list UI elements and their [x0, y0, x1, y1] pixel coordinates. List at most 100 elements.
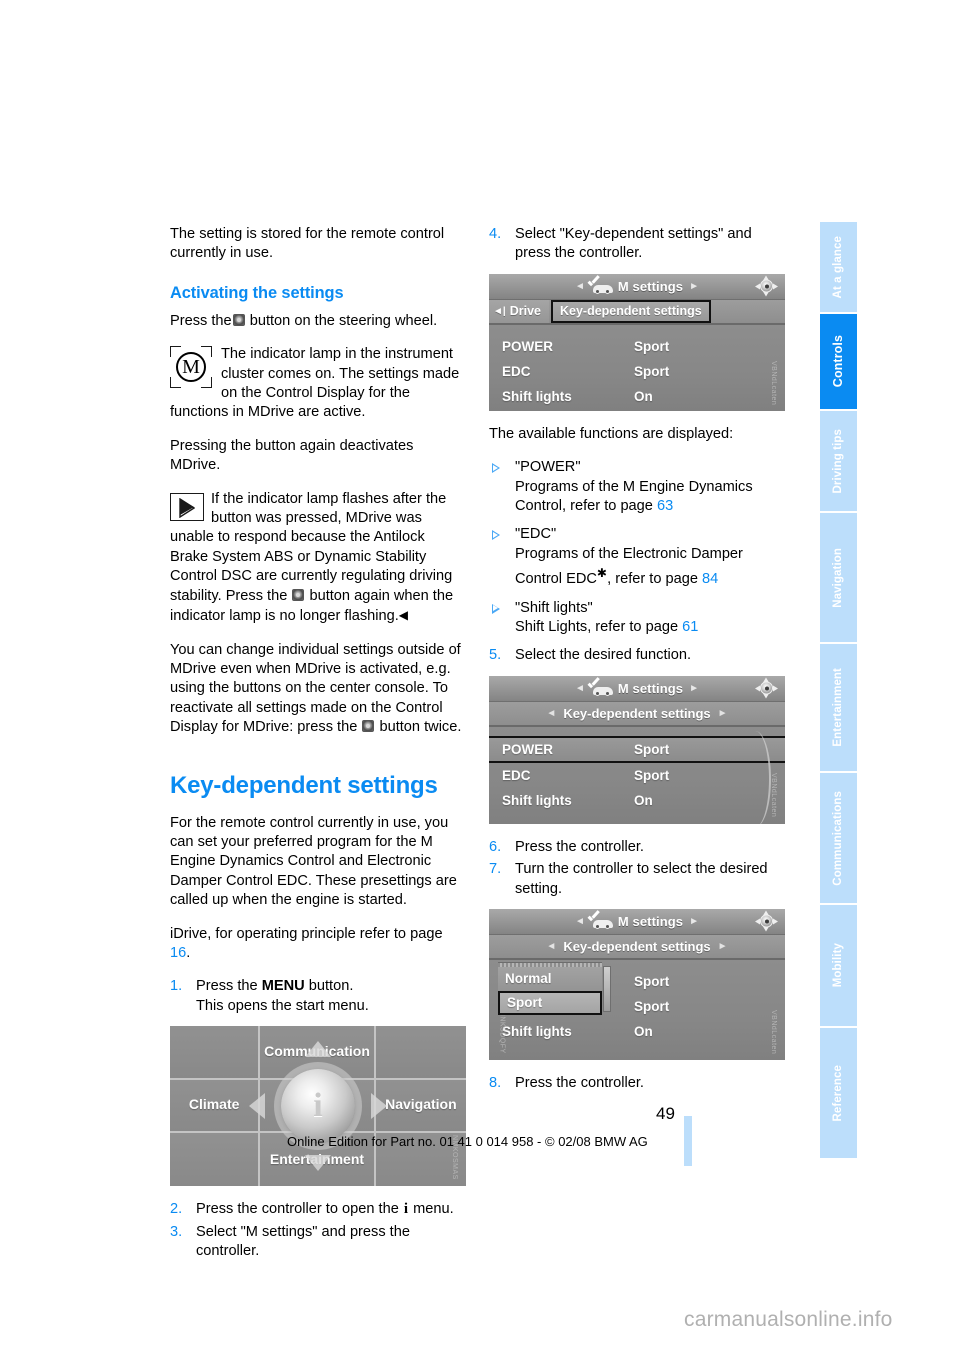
screen-subtitle: Key-dependent settings: [563, 705, 711, 721]
screen-subnav-bar: ◄ Key-dependent settings ►: [489, 701, 785, 727]
row-label: Shift lights: [502, 388, 572, 404]
chevron-left-icon[interactable]: ◄: [539, 704, 563, 723]
sidebar-item-label: At a glance: [831, 235, 844, 299]
step-1: 1. Press the MENU button. This opens the…: [170, 977, 466, 1016]
step-2: 2. Press the controller to open the i me…: [170, 1200, 466, 1219]
chevron-right-icon[interactable]: ►: [711, 704, 735, 723]
table-row[interactable]: POWER Sport: [489, 735, 785, 763]
chevron-left-icon[interactable]: ◄: [539, 937, 563, 956]
start-menu-cell: [170, 1026, 261, 1080]
function-title: "Shift lights": [515, 599, 593, 616]
sidebar-item-communications[interactable]: Communications: [820, 773, 857, 905]
press-button-line: Press the button on the steering wheel.: [170, 312, 466, 331]
idrive-screenshot-1: ◄ M settings ► ◄| Drive Key-dependent se…: [489, 273, 785, 411]
row-label: EDC: [502, 363, 531, 379]
page-reference-16[interactable]: 16: [170, 945, 186, 961]
mdrive-button-icon: [232, 313, 245, 326]
sidebar-item-driving-tips[interactable]: Driving tips: [820, 411, 857, 513]
row-label: EDC: [502, 767, 531, 783]
flashing-lamp-note: If the indicator lamp flashes after the …: [170, 490, 466, 627]
step-7: 7. Turn the controller to select the des…: [489, 860, 785, 899]
back-tab-drive[interactable]: ◄| Drive: [489, 299, 549, 323]
chevron-right-icon: ►: [689, 915, 700, 927]
screen-subtitle: Key-dependent settings: [563, 938, 711, 954]
sidebar-item-controls[interactable]: Controls: [820, 314, 857, 411]
right-step-list-67: 6. Press the controller. 7. Turn the con…: [489, 838, 785, 899]
screen-body: Sport Sport Shift lights On Normal Sport: [489, 959, 785, 1060]
step-text-post: button.: [304, 978, 354, 995]
step-text: Select "Key-dependent settings" and pres…: [515, 226, 752, 262]
selected-menu-item[interactable]: Key-dependent settings: [550, 299, 711, 323]
table-row[interactable]: POWER Sport: [489, 334, 785, 359]
step-number: 7.: [489, 861, 502, 878]
popup-option-sport[interactable]: Sport: [498, 990, 602, 1015]
popup-option-normal[interactable]: Normal: [498, 966, 602, 991]
table-row[interactable]: Shift lights On: [489, 384, 785, 409]
popup-scrollbar[interactable]: [603, 965, 611, 1012]
row-value: Sport: [634, 741, 670, 757]
note-triangle-icon: [170, 492, 204, 521]
table-row[interactable]: Shift lights On: [489, 788, 785, 813]
page-reference-61[interactable]: 61: [682, 619, 698, 635]
section-heading-activating: Activating the settings: [170, 283, 344, 302]
row-value: Sport: [634, 998, 670, 1014]
table-row[interactable]: EDC Sport: [489, 763, 785, 788]
step-text-pre: Press the controller to open the: [196, 1201, 403, 1218]
step-3: 3. Select "M settings" and press the con…: [170, 1223, 466, 1262]
function-desc: Shift Lights, refer to page: [515, 618, 679, 635]
row-label: POWER: [502, 338, 554, 354]
function-title: "EDC": [515, 526, 557, 543]
indicator-lamp-note: M The indicator lamp in the instrument c…: [170, 345, 466, 423]
deactivate-line: Pressing the button again deactivates MD…: [170, 437, 414, 474]
chevron-right-icon[interactable]: ►: [711, 937, 735, 956]
chevron-left-icon: ◄|: [493, 305, 506, 317]
footer-accent-bar: [684, 1116, 692, 1166]
vehicle-check-icon: [591, 682, 613, 697]
list-item-edc: "EDC" Programs of the Electronic Damper …: [489, 525, 785, 589]
sidebar-item-reference[interactable]: Reference: [820, 1028, 857, 1158]
screen-title: M settings: [617, 680, 684, 696]
screen-subnav-bar: ◄| Drive Key-dependent settings: [489, 299, 785, 325]
page-reference-84[interactable]: 84: [702, 571, 718, 587]
step-6: 6. Press the controller.: [489, 838, 785, 857]
start-menu-cell-navigation[interactable]: Navigation: [375, 1079, 466, 1133]
row-value: On: [634, 792, 653, 808]
function-list: "POWER" Programs of the M Engine Dynamic…: [489, 458, 785, 637]
table-row[interactable]: Shift lights On: [489, 1019, 785, 1044]
indicator-lamp-text: The indicator lamp in the instrument clu…: [170, 346, 460, 421]
step-number: 4.: [489, 226, 502, 242]
page-number: 49: [656, 1104, 675, 1123]
list-item-power: "POWER" Programs of the M Engine Dynamic…: [489, 458, 785, 516]
left-text-column: The setting is stored for the remote con…: [170, 225, 466, 1264]
screen-title: M settings: [617, 913, 684, 929]
step-text-pre: Press the: [196, 978, 262, 995]
mdrive-button-icon: [292, 588, 305, 601]
sidebar-item-entertainment[interactable]: Entertainment: [820, 644, 857, 773]
idrive-screenshot-3: ◄ M settings ► ◄ Key-dependent settings …: [489, 908, 785, 1060]
right-step-list-8: 8. Press the controller.: [489, 1074, 785, 1093]
step-text-post: menu.: [409, 1201, 454, 1218]
right-step-list-5: 5. Select the desired function.: [489, 646, 785, 665]
settings-list: POWER Sport EDC Sport Shift lights On: [489, 334, 785, 409]
sidebar-item-navigation[interactable]: Navigation: [820, 513, 857, 644]
step-text: Turn the controller to select the desire…: [515, 861, 768, 897]
individual-settings-note: You can change individual settings outsi…: [170, 641, 466, 738]
table-row[interactable]: EDC Sport: [489, 359, 785, 384]
value-popup-list: Normal Sport: [498, 961, 611, 1015]
controller-status-icon: [755, 275, 778, 297]
start-menu-cell-climate[interactable]: Climate: [170, 1079, 261, 1133]
sidebar-item-mobility[interactable]: Mobility: [820, 905, 857, 1028]
sidebar-item-label: Mobility: [831, 943, 844, 988]
screen-title-bar: ◄ M settings ►: [489, 675, 785, 702]
row-value: Sport: [634, 338, 670, 354]
step-text: Select "M settings" and press the contro…: [196, 1223, 410, 1259]
page-reference-63[interactable]: 63: [657, 498, 673, 514]
step-number: 2.: [170, 1201, 183, 1218]
screen-title-bar: ◄ M settings ►: [489, 908, 785, 935]
sidebar-item-at-a-glance[interactable]: At a glance: [820, 222, 857, 314]
screen-title-bar: ◄ M settings ►: [489, 273, 785, 300]
row-value: Sport: [634, 767, 670, 783]
sidebar-item-label: Driving tips: [831, 428, 844, 494]
start-menu-cell-communication[interactable]: Communication: [260, 1026, 376, 1080]
screen-title: M settings: [617, 278, 684, 294]
